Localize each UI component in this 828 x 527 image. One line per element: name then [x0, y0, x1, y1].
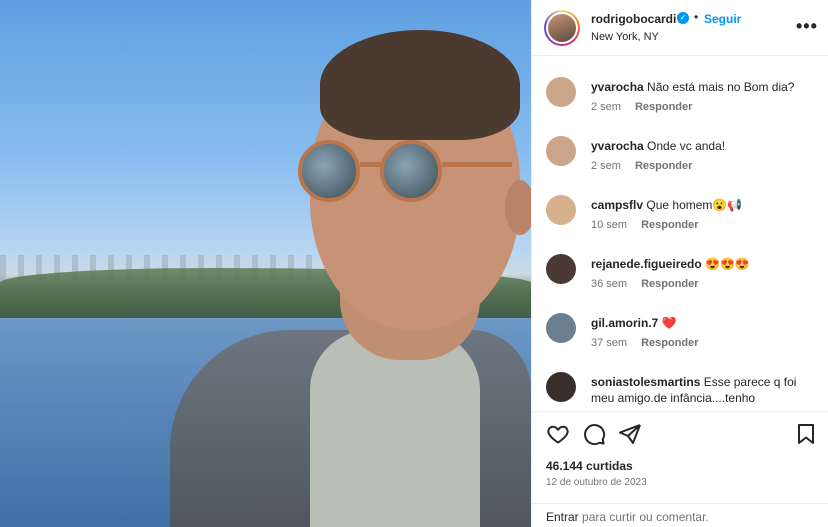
follow-button[interactable]: Seguir	[704, 12, 741, 26]
comment-username[interactable]: soniastolesmartins	[591, 375, 700, 389]
comment-time[interactable]: 10 sem	[591, 219, 627, 231]
reply-button[interactable]: Responder	[635, 101, 692, 113]
more-options-icon[interactable]: •••	[796, 16, 818, 37]
comment-icon[interactable]	[582, 422, 606, 446]
hair	[320, 30, 520, 140]
reply-button[interactable]: Responder	[641, 337, 698, 349]
comment-text: Não está mais no Bom dia?	[647, 80, 795, 94]
comment-username[interactable]: campsflv	[591, 198, 643, 212]
action-bar	[532, 411, 828, 455]
sunglasses-left-lens	[298, 140, 360, 202]
login-link[interactable]: Entrar	[546, 510, 579, 524]
author-username[interactable]: rodrigobocardi	[591, 12, 676, 26]
comment-time[interactable]: 2 sem	[591, 160, 621, 172]
post-side-panel: rodrigobocardi ✓ • Seguir New York, NY •…	[531, 0, 828, 527]
likes-count[interactable]: 46.144 curtidas	[546, 459, 633, 473]
comment-username[interactable]: gil.amorin.7	[591, 316, 658, 330]
header-separator: •	[694, 10, 699, 24]
share-icon[interactable]	[618, 422, 642, 446]
comment-text: ❤️	[661, 316, 677, 330]
comment-username[interactable]: yvarocha	[591, 139, 644, 153]
sunglasses-right-lens	[380, 140, 442, 202]
reply-button[interactable]: Responder	[641, 278, 698, 290]
comment-time[interactable]: 37 sem	[591, 337, 627, 349]
commenter-avatar[interactable]	[546, 254, 576, 284]
comment-time[interactable]: 2 sem	[591, 101, 621, 113]
comment-text: Que homem😮📢	[646, 198, 743, 212]
post-location[interactable]: New York, NY	[591, 31, 659, 43]
sunglasses-bridge	[360, 162, 382, 167]
comment-composer[interactable]: Entrar para curtir ou comentar.	[532, 503, 828, 527]
comment-time[interactable]: 36 sem	[591, 278, 627, 290]
reply-button[interactable]: Responder	[635, 160, 692, 172]
ear	[505, 180, 531, 235]
post-header: rodrigobocardi ✓ • Seguir New York, NY •…	[532, 0, 828, 56]
commenter-avatar[interactable]	[546, 372, 576, 402]
comment-username[interactable]: rejanede.figueiredo	[591, 257, 702, 271]
verified-badge-icon: ✓	[677, 12, 689, 24]
post-date: 12 de outubro de 2023	[546, 477, 647, 488]
commenter-avatar[interactable]	[546, 77, 576, 107]
commenter-avatar[interactable]	[546, 195, 576, 225]
sunglasses-temple	[442, 162, 512, 167]
author-avatar[interactable]	[544, 10, 580, 46]
composer-placeholder: para curtir ou comentar.	[582, 510, 709, 524]
comments-list[interactable]: yvarocha Não está mais no Bom dia? 2 sem…	[532, 57, 828, 410]
commenter-avatar[interactable]	[546, 313, 576, 343]
heart-icon[interactable]	[546, 422, 570, 446]
person-selfie	[170, 30, 531, 527]
commenter-avatar[interactable]	[546, 136, 576, 166]
comment-text: 😍😍😍	[705, 257, 750, 271]
reply-button[interactable]: Responder	[641, 219, 698, 231]
comment-text: Onde vc anda!	[647, 139, 726, 153]
bookmark-icon[interactable]	[794, 422, 818, 446]
post-photo[interactable]	[0, 0, 531, 527]
comment-username[interactable]: yvarocha	[591, 80, 644, 94]
